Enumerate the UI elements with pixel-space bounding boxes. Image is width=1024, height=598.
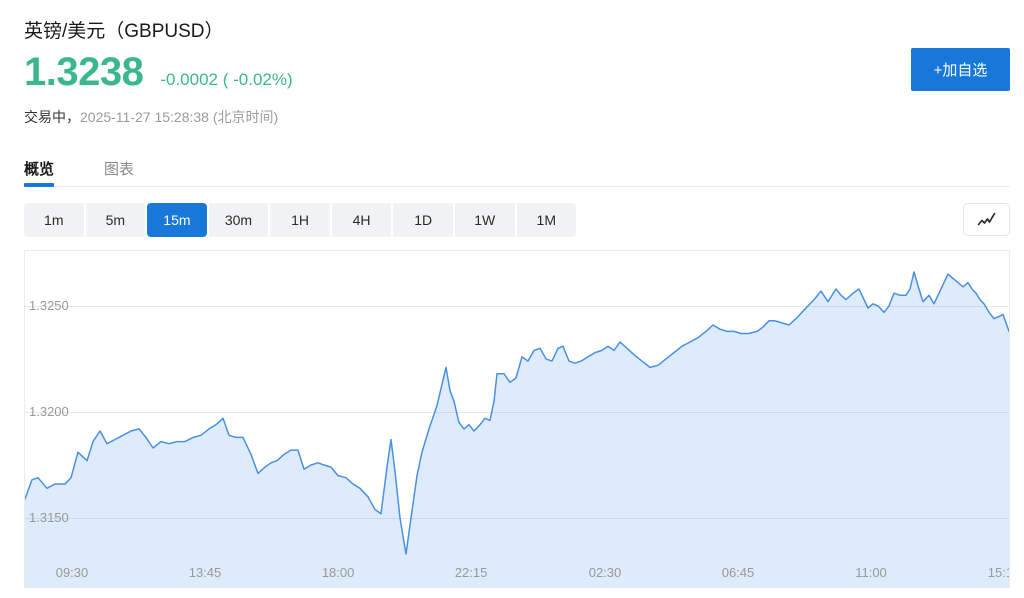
price-area-series: [25, 251, 1010, 588]
price-chart[interactable]: 1.3250 1.3200 1.3150 09:30 13:45 18:00 22:15 02…: [24, 250, 1010, 588]
interval-button-5m[interactable]: 5m: [86, 203, 146, 237]
x-axis-tick-label: 06:45: [722, 565, 755, 580]
x-axis-tick-label: 02:30: [589, 565, 622, 580]
interval-bar: 1m5m15m30m1H4H1D1W1M: [24, 203, 576, 237]
tab-bar: 概览 图表: [24, 150, 1010, 187]
y-axis-tick-label: 1.3200: [29, 404, 69, 420]
interval-button-1D[interactable]: 1D: [393, 203, 453, 237]
y-axis-tick-label: 1.3250: [29, 298, 69, 314]
interval-button-1H[interactable]: 1H: [270, 203, 330, 237]
x-axis-tick-label: 18:00: [322, 565, 355, 580]
add-watchlist-button[interactable]: +加自选: [911, 48, 1010, 91]
status-row: 交易中，2025-11-27 15:28:38 (北京时间): [24, 107, 278, 127]
tab-overview[interactable]: 概览: [24, 150, 54, 186]
chart-type-button[interactable]: [963, 203, 1010, 236]
page-title: 英镑/美元（GBPUSD）: [24, 16, 224, 43]
x-axis-tick-label: 11:00: [855, 565, 887, 580]
interval-button-1m[interactable]: 1m: [24, 203, 84, 237]
quote-page: 英镑/美元（GBPUSD） 1.3238 -0.0002 ( -0.02%) 交…: [0, 0, 1024, 598]
x-axis-tick-label: 13:45: [189, 565, 222, 580]
x-axis-tick-label: 15:15: [988, 565, 1010, 580]
interval-button-15m[interactable]: 15m: [147, 203, 207, 237]
price-block: 1.3238 -0.0002 ( -0.02%): [24, 50, 293, 95]
price-change: -0.0002 ( -0.02%): [160, 70, 292, 90]
trading-status: 交易中，: [24, 109, 80, 125]
line-chart-icon: [976, 211, 997, 228]
interval-button-4H[interactable]: 4H: [332, 203, 392, 237]
quote-timestamp: 2025-11-27 15:28:38 (北京时间): [80, 109, 278, 125]
interval-button-30m[interactable]: 30m: [209, 203, 269, 237]
tab-chart[interactable]: 图表: [104, 150, 134, 186]
area-fill: [25, 272, 1009, 588]
last-price: 1.3238: [24, 50, 143, 95]
interval-button-1M[interactable]: 1M: [517, 203, 577, 237]
x-axis-tick-label: 22:15: [455, 565, 488, 580]
interval-button-1W[interactable]: 1W: [455, 203, 515, 237]
y-axis-tick-label: 1.3150: [29, 510, 69, 526]
x-axis-tick-label: 09:30: [56, 565, 89, 580]
